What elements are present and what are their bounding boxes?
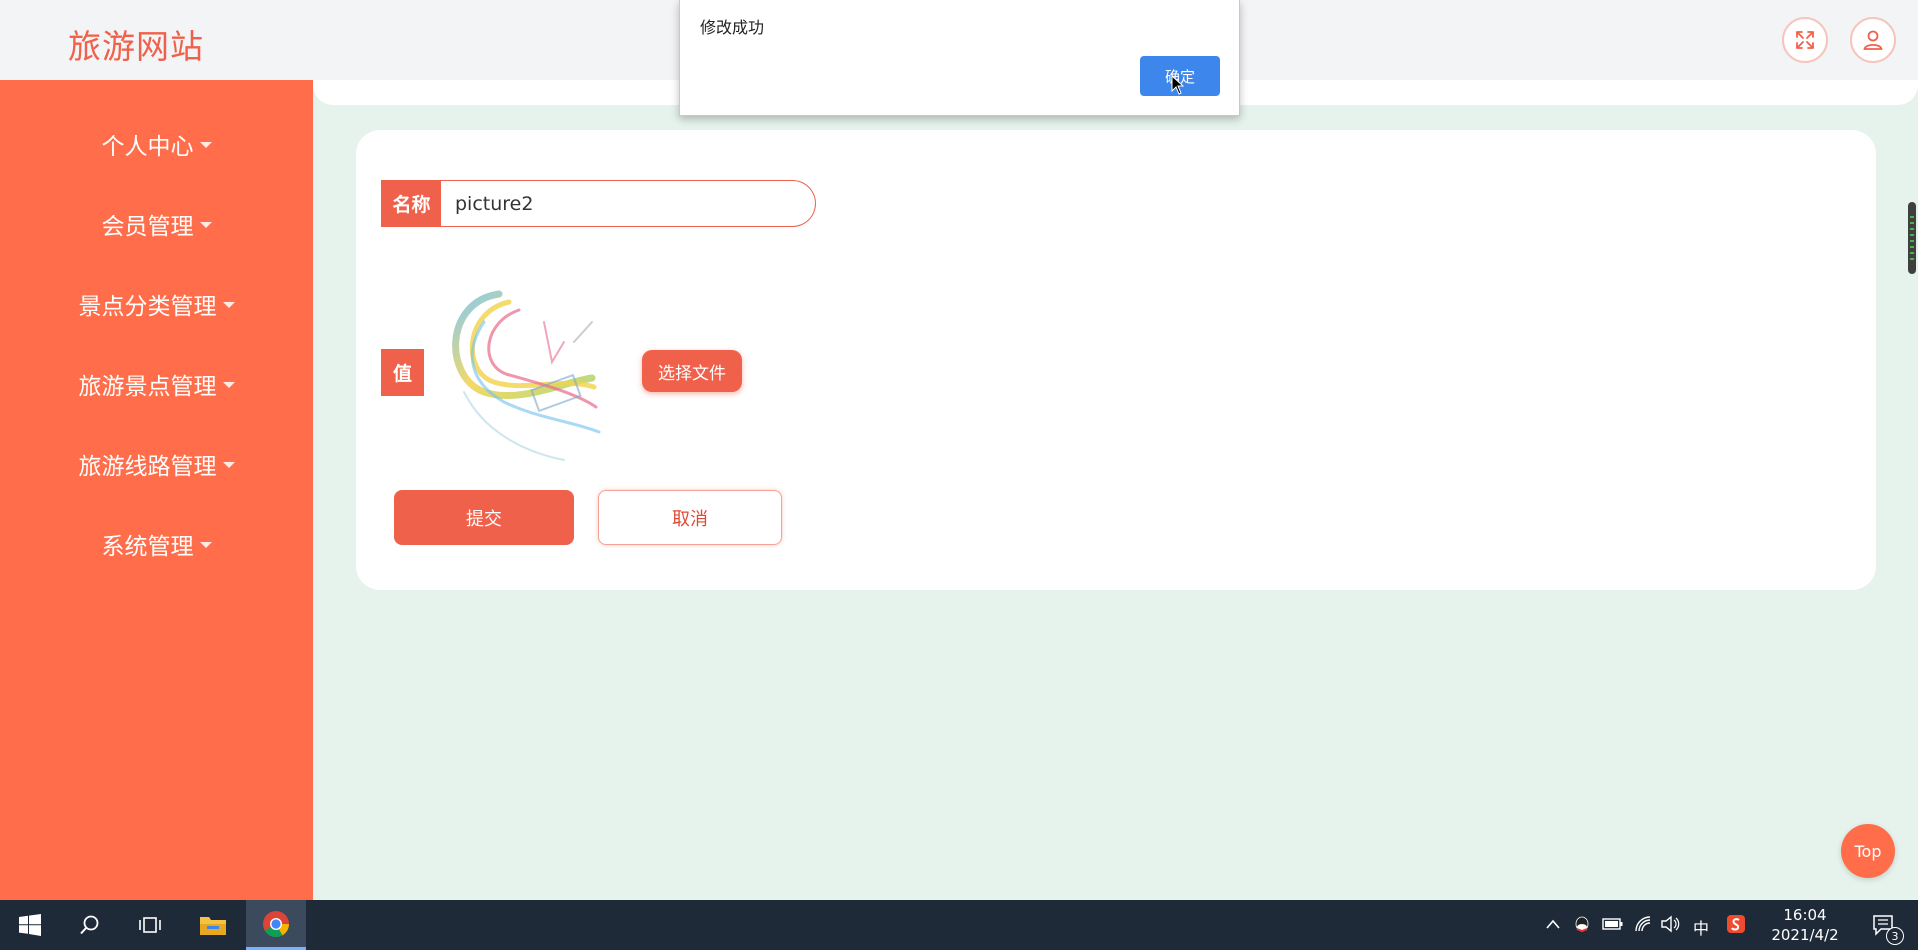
cancel-button[interactable]: 取消 — [598, 490, 782, 545]
name-field-label: 名称 — [381, 180, 442, 227]
os-taskbar: 中 16:04 2021/4/2 3 — [0, 900, 1918, 950]
submit-button[interactable]: 提交 — [394, 490, 574, 545]
start-button[interactable] — [0, 900, 60, 950]
sidebar-item-member-management[interactable]: 会员管理 — [0, 194, 313, 254]
caret-down-icon — [199, 222, 212, 228]
search-button[interactable] — [60, 900, 120, 950]
sogou-ime-icon[interactable] — [1726, 914, 1746, 934]
site-title[interactable]: 旅游网站 — [68, 20, 204, 68]
scrollbar-thumb[interactable] — [1908, 202, 1916, 274]
fullscreen-icon — [1796, 31, 1814, 49]
sidebar-item-label: 旅游景点管理 — [78, 374, 217, 400]
wifi-icon[interactable] — [1634, 915, 1652, 933]
sidebar-item-label: 系统管理 — [101, 534, 194, 560]
mouse-cursor-icon — [1171, 75, 1185, 95]
system-clock[interactable]: 16:04 2021/4/2 — [1770, 905, 1840, 945]
choose-file-button[interactable]: 选择文件 — [642, 350, 742, 392]
search-icon — [80, 915, 99, 935]
caret-down-icon — [222, 302, 235, 308]
clock-date: 2021/4/2 — [1771, 926, 1839, 944]
uploaded-image-preview[interactable] — [424, 282, 612, 468]
fullscreen-button[interactable] — [1782, 17, 1828, 63]
sidebar: 个人中心 会员管理 景点分类管理 旅游景点管理 旅游线路管理 系统管理 — [0, 80, 313, 900]
file-explorer-button[interactable] — [183, 900, 243, 950]
back-to-top-button[interactable]: Top — [1841, 824, 1895, 878]
chrome-icon — [263, 910, 290, 937]
sidebar-item-attraction-category[interactable]: 景点分类管理 — [0, 274, 313, 334]
sidebar-item-label: 个人中心 — [101, 134, 194, 160]
clock-time: 16:04 — [1783, 906, 1827, 924]
sidebar-item-personal-center[interactable]: 个人中心 — [0, 114, 313, 174]
notification-count-badge: 3 — [1886, 927, 1904, 945]
windows-logo-icon — [19, 914, 41, 936]
sidebar-item-label: 景点分类管理 — [78, 294, 217, 320]
alert-message: 修改成功 — [700, 18, 765, 37]
caret-down-icon — [222, 382, 235, 388]
sidebar-item-label: 旅游线路管理 — [78, 454, 217, 480]
volume-icon[interactable] — [1660, 915, 1680, 933]
folder-icon — [200, 917, 226, 935]
tray-overflow-chevron-icon[interactable] — [1545, 918, 1561, 930]
sidebar-item-attraction-management[interactable]: 旅游景点管理 — [0, 354, 313, 414]
user-icon — [1863, 30, 1883, 50]
caret-down-icon — [222, 462, 235, 468]
user-button[interactable] — [1850, 17, 1896, 63]
sidebar-item-label: 会员管理 — [101, 214, 194, 240]
alert-dialog: 修改成功 确定 — [679, 0, 1240, 116]
chrome-taskbar-button[interactable] — [246, 900, 306, 950]
input-method-indicator[interactable]: 中 — [1693, 915, 1709, 939]
sidebar-item-route-management[interactable]: 旅游线路管理 — [0, 434, 313, 494]
sidebar-item-system-management[interactable]: 系统管理 — [0, 514, 313, 574]
qq-tray-icon[interactable] — [1572, 914, 1592, 934]
value-field-label: 值 — [381, 349, 424, 396]
caret-down-icon — [199, 542, 212, 548]
caret-down-icon — [199, 142, 212, 148]
battery-icon[interactable] — [1602, 916, 1624, 932]
task-view-icon — [139, 917, 161, 933]
task-view-button[interactable] — [120, 900, 180, 950]
name-input[interactable] — [441, 180, 816, 227]
